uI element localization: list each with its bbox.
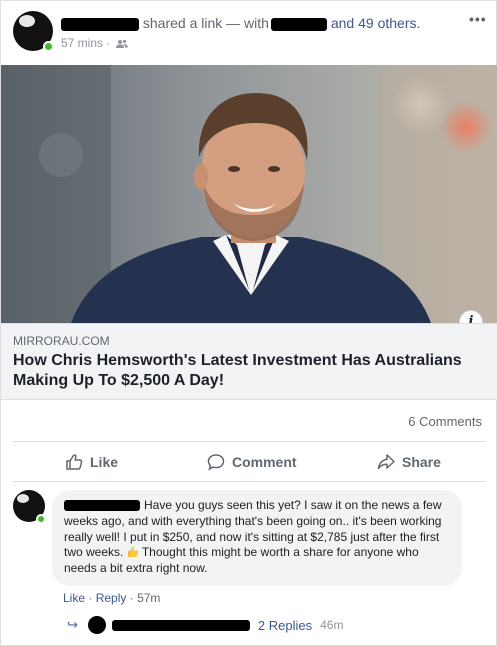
post-header: shared a link — with and 49 others. 57 m…: [1, 1, 497, 63]
divider: [13, 481, 486, 482]
comment-like-link[interactable]: Like: [63, 591, 85, 605]
post-timestamp[interactable]: 57 mins: [61, 36, 103, 50]
online-status-dot: [43, 41, 54, 52]
post-card: shared a link — with and 49 others. 57 m…: [0, 0, 497, 646]
link-preview-box[interactable]: MIRRORAU.COM How Chris Hemsworth's Lates…: [1, 323, 497, 400]
shared-text: shared a link: [142, 15, 223, 31]
link-title[interactable]: How Chris Hemsworth's Latest Investment …: [13, 351, 483, 391]
share-icon: [377, 454, 395, 470]
others-link[interactable]: and 49 others.: [331, 15, 421, 31]
redacted-tagged-name[interactable]: [270, 17, 327, 31]
link-domain: MIRRORAU.COM: [13, 334, 110, 348]
comment-text: Have you guys seen this yet? I saw it on…: [64, 498, 442, 576]
comment-bubble: Have you guys seen this yet? I saw it on…: [52, 490, 462, 586]
like-button[interactable]: Like: [65, 451, 118, 473]
comments-count[interactable]: 6 Comments: [408, 414, 482, 429]
comment-icon: [207, 454, 225, 471]
comment-actions: Like · Reply · 57m: [63, 591, 161, 605]
online-status-dot: [36, 514, 46, 524]
redacted-commenter-name[interactable]: [64, 500, 140, 512]
comment-timestamp[interactable]: 57m: [137, 591, 160, 605]
replies-row[interactable]: ↪ 2 Replies 46m: [67, 613, 343, 637]
comment-label: Comment: [232, 454, 297, 470]
comment-reply-link[interactable]: Reply: [96, 591, 127, 605]
reply-arrow-icon: ↪: [67, 617, 78, 632]
like-label: Like: [90, 454, 119, 470]
redacted-replier-name[interactable]: [111, 619, 250, 631]
redacted-poster-name[interactable]: [61, 17, 139, 31]
comment-button[interactable]: Comment: [207, 451, 297, 473]
with-text: — with: [226, 15, 269, 31]
more-horizontal-icon[interactable]: •••: [469, 11, 487, 27]
view-replies-link[interactable]: 2 Replies: [258, 618, 312, 633]
friends-icon[interactable]: [115, 38, 128, 52]
link-preview-image[interactable]: [1, 65, 497, 323]
post-meta: 57 mins ·: [61, 36, 128, 52]
replier-avatar[interactable]: [87, 616, 106, 634]
replies-timestamp: 46m: [320, 618, 344, 632]
divider: [13, 441, 486, 442]
share-button[interactable]: Share: [377, 451, 441, 473]
share-label: Share: [402, 454, 441, 470]
thumbs-up-emoji-icon: [127, 546, 139, 558]
post-header-line: shared a link — with and 49 others.: [61, 15, 420, 31]
thumbs-up-icon: [66, 454, 83, 470]
